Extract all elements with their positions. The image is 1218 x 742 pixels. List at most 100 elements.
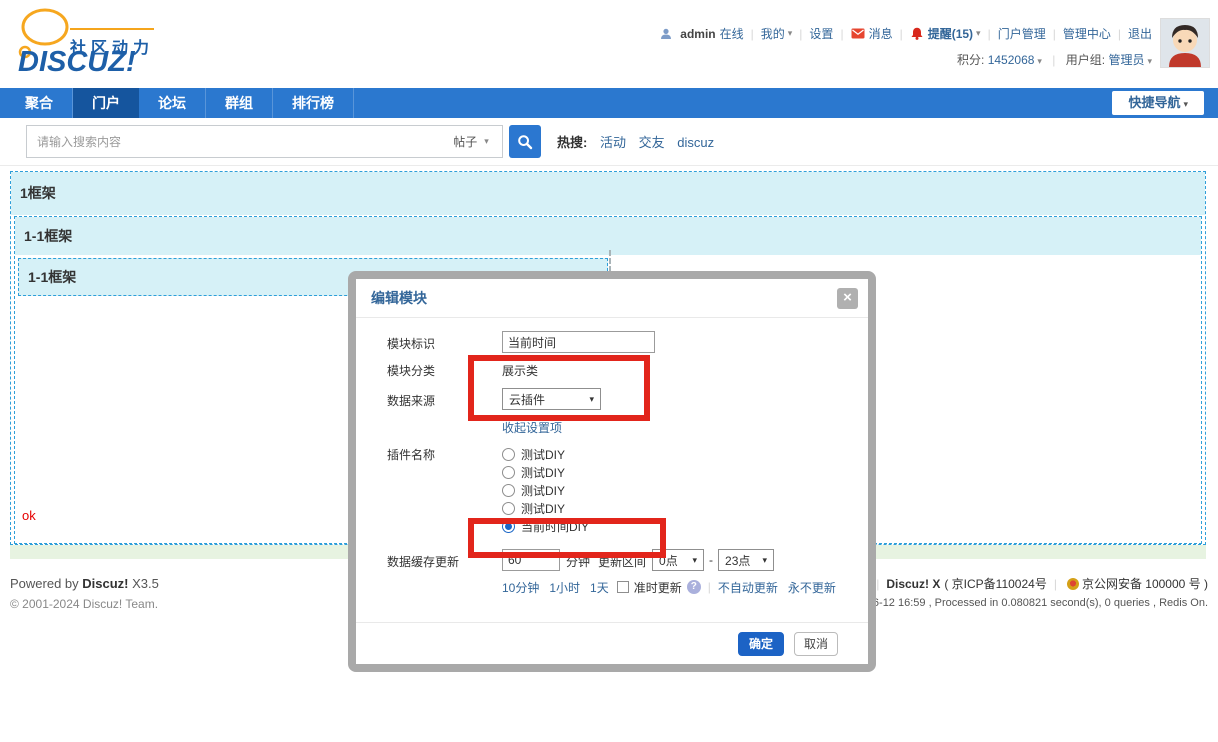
module-id-label: 模块标识 — [387, 331, 502, 352]
cancel-button[interactable]: 取消 — [794, 632, 838, 656]
my-menu[interactable]: 我的 — [761, 25, 785, 42]
hot-link-activity[interactable]: 活动 — [600, 135, 626, 150]
plugin-option-label: 测试DIY — [521, 482, 565, 499]
search-scope-dropdown[interactable]: 帖子 ▾ — [440, 126, 502, 157]
cache-preset-row: 10分钟 1小时 1天 准时更新 ? | 不自动更新 永不更新 — [502, 578, 848, 596]
close-icon[interactable]: × — [837, 288, 858, 309]
radio-button[interactable] — [502, 484, 515, 497]
alerts-link[interactable]: 提醒(15) — [928, 25, 973, 42]
plugin-option[interactable]: 测试DIY — [502, 499, 589, 517]
footer-icp[interactable]: ( 京ICP备110024号 — [944, 575, 1047, 592]
preset-1hour-link[interactable]: 1小时 — [549, 579, 580, 596]
collapse-settings-link[interactable]: 收起设置项 — [502, 421, 562, 435]
plugin-name-label: 插件名称 — [387, 445, 502, 463]
help-icon[interactable]: ? — [687, 580, 701, 594]
chevron-down-icon: ▾ — [788, 28, 793, 39]
range-dash: - — [709, 549, 713, 567]
person-icon — [660, 28, 672, 40]
usergroup-value[interactable]: 管理员 — [1108, 53, 1144, 67]
search-scope-label: 帖子 — [453, 133, 477, 150]
separator: | — [900, 27, 903, 41]
page: 社区动力 DISCUZ! admin 在线 | 我的▾ | 设置 | 消息 | … — [0, 0, 1218, 742]
highlight-box-selected-plugin — [468, 518, 666, 558]
never-update-link[interactable]: 永不更新 — [788, 579, 836, 596]
chevron-down-icon: ▾ — [693, 555, 698, 566]
username[interactable]: admin — [680, 27, 715, 41]
dialog-header[interactable]: 编辑模块 × — [356, 279, 868, 318]
plugin-option[interactable]: 测试DIY — [502, 463, 589, 481]
hot-search-label: 热搜: — [557, 135, 587, 150]
frame-1-1-header[interactable]: 1-1框架 — [15, 217, 1201, 255]
credits-value[interactable]: 1452068 — [988, 53, 1035, 67]
separator: | — [1054, 577, 1057, 591]
hot-search: 热搜: 活动 交友 discuz — [557, 132, 714, 151]
plugin-option[interactable]: 测试DIY — [502, 481, 589, 499]
module-id-row: 模块标识 — [387, 331, 848, 353]
powered-prefix: Powered by — [10, 576, 79, 591]
frame-1-1-label: 1-1框架 — [24, 228, 72, 244]
quick-nav-label: 快捷导航 — [1128, 95, 1180, 110]
footer-brand[interactable]: Discuz! — [82, 576, 128, 591]
settings-link[interactable]: 设置 — [809, 25, 833, 42]
dialog-title: 编辑模块 — [371, 290, 427, 306]
frame-1-1-inner-label: 1-1框架 — [28, 269, 76, 285]
separator: | — [988, 27, 991, 41]
top-header: 社区动力 DISCUZ! admin 在线 | 我的▾ | 设置 | 消息 | … — [0, 0, 1218, 88]
hot-link-discuz[interactable]: discuz — [677, 135, 714, 150]
ontime-checkbox[interactable] — [617, 581, 629, 593]
search-button[interactable] — [509, 125, 541, 158]
footer-status-line: +8, 2024-6-12 16:59 , Processed in 0.080… — [826, 597, 1208, 609]
online-status-link[interactable]: 在线 — [720, 25, 744, 42]
chevron-down-icon: ▾ — [484, 136, 489, 147]
range-to-select[interactable]: 23点 ▾ — [718, 549, 774, 571]
edit-module-dialog: 编辑模块 × 模块标识 模块分类 展示类 数据来源 云插件 ▾ — [348, 271, 876, 672]
footer-links-line: 屋 | Discuz! X ( 京ICP备110024号 | 京公网安备 100… — [857, 575, 1208, 592]
plugin-option[interactable]: 测试DIY — [502, 445, 589, 463]
usergroup-label: 用户组: — [1066, 53, 1105, 67]
preset-10min-link[interactable]: 10分钟 — [502, 579, 539, 596]
range-to-value: 23点 — [725, 552, 750, 569]
separator: | — [876, 577, 879, 591]
radio-button[interactable] — [502, 466, 515, 479]
radio-button[interactable] — [502, 448, 515, 461]
tab-portal[interactable]: 门户 — [73, 88, 139, 118]
user-toolbar: admin 在线 | 我的▾ | 设置 | 消息 | 提醒(15)▾ | 门户管… — [660, 25, 1152, 42]
diy-canvas: 1框架 1-1框架 1-1框架 ok 编辑模块 × 模块标识 — [0, 166, 1218, 742]
quick-nav-button[interactable]: 快捷导航▾ — [1112, 91, 1204, 115]
module-id-input[interactable] — [502, 331, 655, 353]
plugin-option-label: 测试DIY — [521, 446, 565, 463]
confirm-button[interactable]: 确定 — [738, 632, 784, 656]
preset-1day-link[interactable]: 1天 — [590, 579, 609, 596]
radio-button[interactable] — [502, 502, 515, 515]
module-output-text: ok — [22, 508, 36, 523]
tab-forum[interactable]: 论坛 — [139, 88, 206, 118]
no-auto-update-link[interactable]: 不自动更新 — [718, 579, 778, 596]
plugin-option-label: 测试DIY — [521, 464, 565, 481]
separator: | — [1052, 53, 1055, 67]
portal-admin-link[interactable]: 门户管理 — [998, 25, 1046, 42]
footer-discuz-x[interactable]: Discuz! X — [886, 577, 940, 591]
tab-groups[interactable]: 群组 — [206, 88, 273, 118]
search-input[interactable] — [27, 126, 440, 157]
user-avatar[interactable] — [1160, 18, 1210, 68]
search-box: 帖子 ▾ — [26, 125, 503, 158]
tab-aggregate[interactable]: 聚合 — [6, 88, 73, 118]
hot-link-friends[interactable]: 交友 — [639, 135, 665, 150]
logo-brand: DISCUZ! — [18, 46, 136, 79]
copyright: © 2001-2024 Discuz! Team. — [10, 597, 158, 611]
footer-security[interactable]: 京公网安备 100000 号 ) — [1082, 575, 1208, 592]
admin-center-link[interactable]: 管理中心 — [1063, 25, 1111, 42]
footer-version: X3.5 — [132, 576, 159, 591]
collapse-settings-row: 收起设置项 — [502, 419, 848, 435]
chevron-down-icon: ▾ — [976, 28, 981, 39]
discuz-logo[interactable]: 社区动力 DISCUZ! — [12, 4, 192, 84]
envelope-icon — [851, 28, 865, 39]
search-icon — [517, 134, 533, 150]
messages-link[interactable]: 消息 — [869, 25, 893, 42]
logout-link[interactable]: 退出 — [1128, 25, 1152, 42]
frame-1-header[interactable]: 1框架 — [11, 172, 1205, 215]
ontime-label: 准时更新 — [634, 579, 682, 596]
highlight-box-data-source — [468, 355, 650, 421]
tab-ranking[interactable]: 排行榜 — [273, 88, 354, 118]
avatar-image — [1161, 19, 1209, 67]
